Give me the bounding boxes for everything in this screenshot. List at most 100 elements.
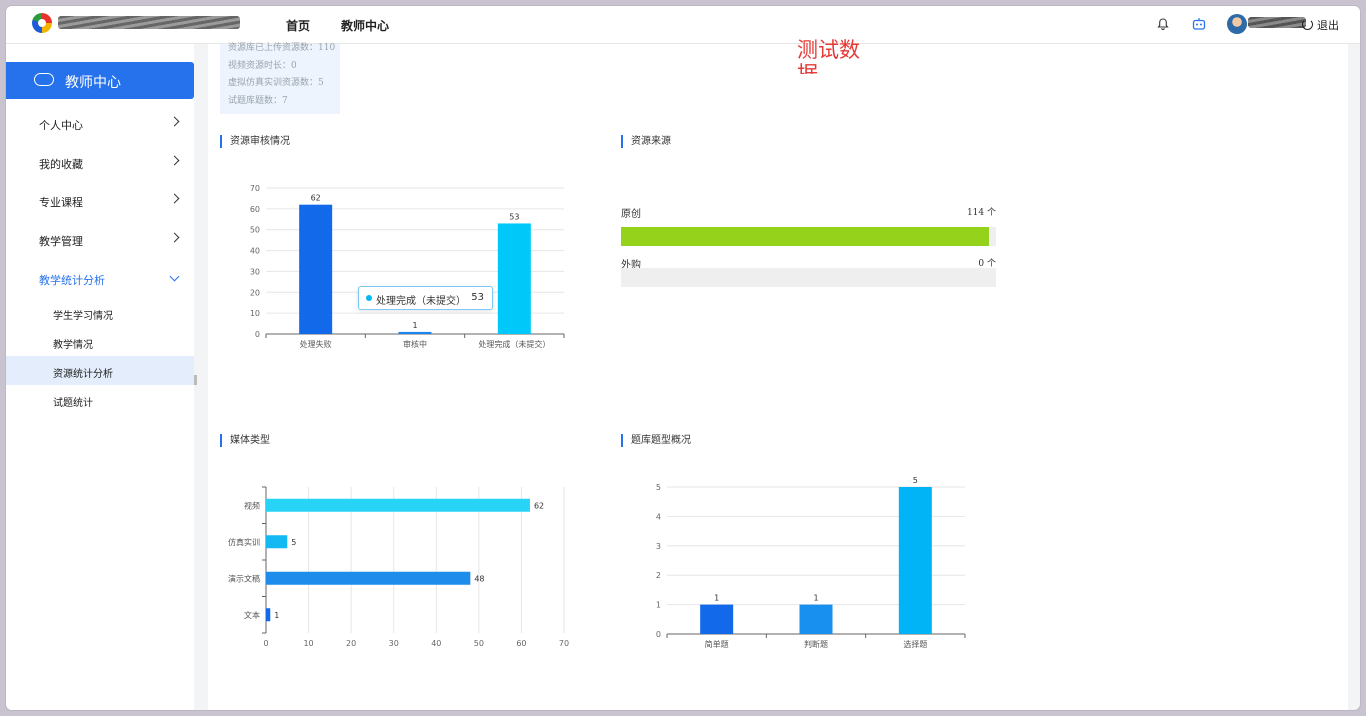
sidebar-item-teaching-management[interactable]: 教学管理 bbox=[6, 221, 194, 259]
main-content: 资源库已上传资源数：110 视频资源时长：0 虚拟仿真实训资源数：5 试题库题数… bbox=[208, 38, 1348, 710]
bar bbox=[266, 571, 471, 585]
x-tick-label: 选择题 bbox=[903, 639, 927, 649]
username-redacted bbox=[1248, 17, 1306, 28]
source-value-original: 114 个 bbox=[966, 208, 996, 218]
stat-simulation-resources: 虚拟仿真实训资源数：5 bbox=[228, 78, 324, 88]
y-tick-label: 60 bbox=[250, 205, 260, 214]
data-label: 5 bbox=[913, 476, 918, 485]
logout-button[interactable]: 退出 bbox=[1302, 17, 1339, 33]
source-label-original: 原创 bbox=[621, 209, 641, 220]
y-tick-label: 70 bbox=[250, 184, 260, 193]
sidebar-item-label: 我的收藏 bbox=[39, 158, 83, 171]
chevron-down-icon bbox=[169, 271, 180, 282]
x-tick-label: 20 bbox=[346, 639, 356, 648]
sidebar-item-courses[interactable]: 专业课程 bbox=[6, 182, 194, 220]
source-bar-fill bbox=[621, 227, 989, 246]
data-label: 48 bbox=[474, 574, 484, 583]
chevron-right-icon bbox=[169, 232, 180, 243]
avatar[interactable] bbox=[1227, 14, 1247, 34]
robot-icon[interactable] bbox=[1192, 17, 1206, 31]
sidebar-subitem-label: 资源统计分析 bbox=[53, 369, 113, 380]
media-type-chart: 0 10 20 30 40 50 60 70 62 视频 5 仿真实训 48 演示文稿 1 文本 bbox=[228, 486, 569, 648]
bell-icon[interactable] bbox=[1156, 17, 1170, 31]
data-label: 53 bbox=[509, 212, 519, 221]
chevron-right-icon bbox=[169, 155, 180, 166]
bar bbox=[266, 535, 288, 549]
sidebar-subitem-label: 学生学习情况 bbox=[53, 311, 113, 322]
chart-tooltip: 处理完成（未提交） 53 bbox=[358, 286, 493, 310]
sidebar-subitem-resource-stats[interactable]: 资源统计分析 bbox=[6, 356, 194, 385]
x-tick-label: 0 bbox=[263, 639, 268, 648]
sidebar-header[interactable]: 教师中心 bbox=[6, 62, 194, 99]
power-icon bbox=[1302, 19, 1313, 30]
sidebar-title: 教师中心 bbox=[65, 75, 121, 91]
app-window: 首页 教师中心 退出 教师中心 个人中心 我的收藏 专业课程 教学管理 教学统计… bbox=[6, 6, 1360, 710]
y-tick-label: 0 bbox=[255, 330, 260, 339]
question-type-chart: 0 1 2 3 4 5 1 简单题 1 判断题 5 选择题 bbox=[656, 476, 966, 649]
y-tick-label: 文本 bbox=[244, 610, 260, 620]
x-tick-label: 60 bbox=[516, 639, 526, 648]
sidebar-subitem-question-stats[interactable]: 试题统计 bbox=[6, 385, 194, 414]
x-tick-label: 30 bbox=[389, 639, 399, 648]
tooltip-value: 53 bbox=[471, 292, 484, 303]
y-tick-label: 40 bbox=[250, 247, 260, 256]
y-tick-label: 2 bbox=[656, 571, 661, 580]
sidebar-item-personal-center[interactable]: 个人中心 bbox=[6, 105, 194, 143]
sidebar: 教师中心 个人中心 我的收藏 专业课程 教学管理 教学统计分析 学生学习情况 教… bbox=[6, 44, 194, 710]
bar bbox=[799, 604, 833, 634]
logo[interactable] bbox=[32, 13, 52, 33]
x-tick-label: 70 bbox=[559, 639, 569, 648]
top-navbar: 首页 教师中心 退出 bbox=[6, 6, 1360, 44]
y-tick-label: 视频 bbox=[244, 500, 260, 510]
nav-home[interactable]: 首页 bbox=[286, 17, 310, 34]
y-tick-label: 3 bbox=[656, 542, 661, 551]
source-bar-purchased bbox=[621, 268, 996, 287]
data-label: 1 bbox=[813, 594, 818, 603]
x-tick-label: 40 bbox=[431, 639, 441, 648]
bar bbox=[299, 204, 333, 334]
y-tick-label: 0 bbox=[656, 630, 661, 639]
nav-teacher-center[interactable]: 教师中心 bbox=[341, 17, 389, 34]
data-label: 1 bbox=[412, 321, 417, 330]
sidebar-item-favorites[interactable]: 我的收藏 bbox=[6, 144, 194, 182]
y-tick-label: 1 bbox=[656, 601, 661, 610]
x-tick-label: 10 bbox=[303, 639, 313, 648]
data-label: 62 bbox=[311, 194, 321, 203]
bar bbox=[266, 498, 530, 512]
sidebar-subitem-teaching-status[interactable]: 教学情况 bbox=[6, 327, 194, 356]
x-tick-label: 审核中 bbox=[403, 339, 427, 349]
cloud-icon bbox=[34, 73, 54, 86]
logout-label: 退出 bbox=[1317, 19, 1339, 32]
tooltip-label: 处理完成（未提交） bbox=[376, 296, 466, 307]
y-tick-label: 30 bbox=[250, 267, 260, 276]
sidebar-item-label: 专业课程 bbox=[39, 196, 83, 209]
data-label: 1 bbox=[274, 611, 279, 620]
chevron-right-icon bbox=[169, 116, 180, 127]
section-title-question-types: 题库题型概况 bbox=[621, 434, 691, 447]
bar bbox=[700, 604, 734, 634]
brand-name-redacted bbox=[58, 16, 240, 29]
x-tick-label: 简单题 bbox=[705, 639, 729, 649]
stat-video-duration: 视频资源时长：0 bbox=[228, 61, 297, 71]
x-tick-label: 处理失败 bbox=[300, 339, 332, 349]
section-title-source: 资源来源 bbox=[621, 135, 671, 148]
series-dot bbox=[366, 295, 372, 301]
section-title-review: 资源审核情况 bbox=[220, 135, 290, 148]
sidebar-item-statistics[interactable]: 教学统计分析 bbox=[6, 260, 194, 298]
y-tick-label: 演示文稿 bbox=[228, 573, 260, 583]
sidebar-item-label: 教学管理 bbox=[39, 235, 83, 248]
bar bbox=[898, 487, 932, 634]
y-tick-label: 50 bbox=[250, 226, 260, 235]
y-tick-label: 20 bbox=[250, 288, 260, 297]
x-tick-label: 判断题 bbox=[804, 639, 828, 649]
bar bbox=[266, 608, 271, 622]
sidebar-subitem-label: 教学情况 bbox=[53, 340, 93, 351]
y-tick-label: 仿真实训 bbox=[228, 537, 260, 547]
y-tick-label: 5 bbox=[656, 483, 661, 492]
stats-summary: 资源库已上传资源数：110 视频资源时长：0 虚拟仿真实训资源数：5 试题库题数… bbox=[220, 43, 340, 114]
stat-question-count: 试题库题数：7 bbox=[228, 96, 288, 106]
sidebar-subitem-student-learning[interactable]: 学生学习情况 bbox=[6, 298, 194, 327]
x-tick-label: 50 bbox=[474, 639, 484, 648]
sidebar-resize-handle[interactable] bbox=[194, 375, 197, 385]
data-label: 62 bbox=[534, 501, 544, 510]
